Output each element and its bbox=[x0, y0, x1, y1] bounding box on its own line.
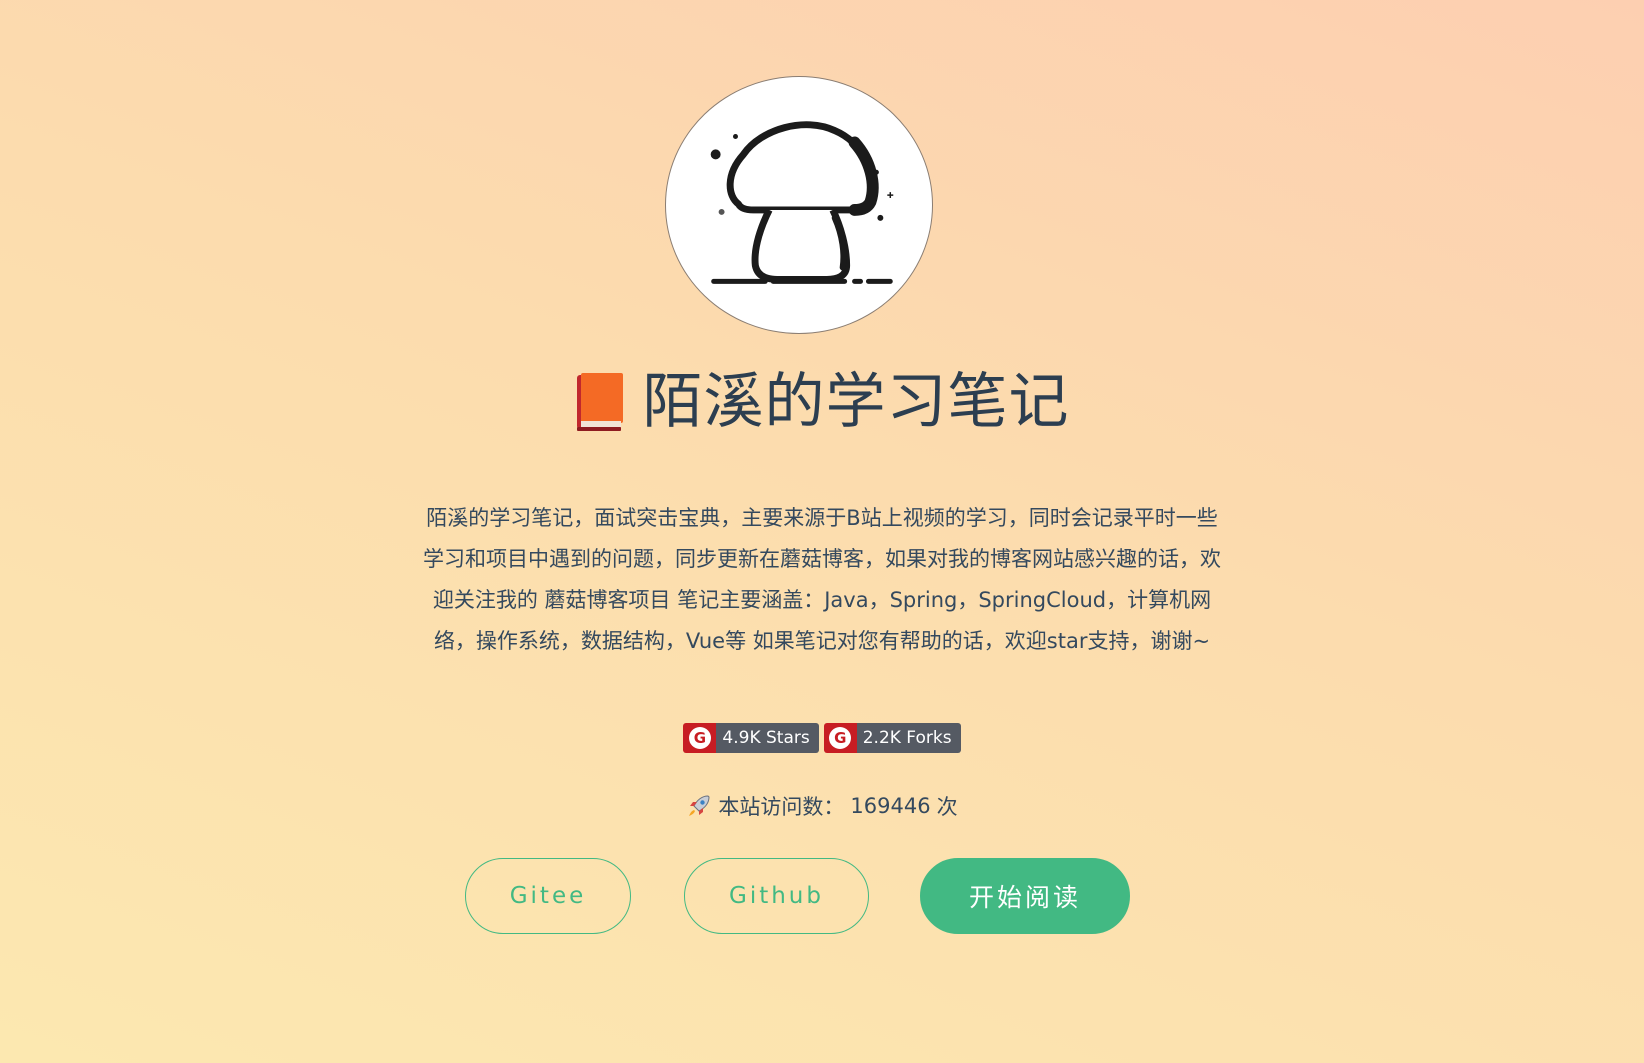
description: 陌溪的学习笔记，面试突击宝典，主要来源于B站上视频的学习，同时会记录平时一些学习… bbox=[423, 506, 1221, 653]
button-row: Gitee Github 开始阅读 bbox=[0, 858, 1644, 934]
github-button[interactable]: Github bbox=[684, 858, 869, 934]
page-title: 陌溪的学习笔记 bbox=[642, 367, 1070, 437]
forks-badge-label: 2.2K Forks bbox=[856, 723, 961, 753]
stars-badge-label: 4.9K Stars bbox=[716, 723, 819, 753]
rocket-icon bbox=[689, 795, 710, 816]
visit-label: 本站访问数： bbox=[718, 795, 845, 819]
visit-count: 169446 bbox=[850, 794, 931, 818]
gitee-icon: G bbox=[829, 727, 852, 749]
stars-badge[interactable]: G 4.9K Stars bbox=[683, 723, 819, 753]
gitee-icon: G bbox=[688, 727, 711, 749]
visit-counter: 本站访问数： 169446 次 bbox=[0, 788, 1644, 824]
mushroom-logo-icon bbox=[665, 76, 933, 334]
cover-page: 陌溪的学习笔记 陌溪的学习笔记，面试突击宝典，主要来源于B站上视频的学习，同时会… bbox=[0, 0, 1644, 1063]
closed-book-icon bbox=[576, 373, 623, 431]
forks-badge[interactable]: G 2.2K Forks bbox=[823, 723, 961, 753]
title-row: 陌溪的学习笔记 bbox=[0, 362, 1644, 442]
start-reading-button[interactable]: 开始阅读 bbox=[920, 858, 1130, 934]
visit-unit: 次 bbox=[936, 795, 958, 819]
badge-row: G 4.9K Stars G 2.2K Forks bbox=[0, 723, 1644, 753]
gitee-button[interactable]: Gitee bbox=[465, 858, 631, 934]
